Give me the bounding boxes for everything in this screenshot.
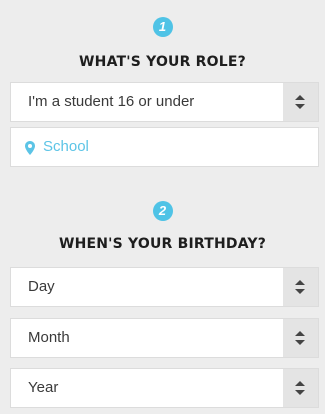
day-select[interactable]: Day <box>10 267 319 307</box>
school-input[interactable]: School <box>10 127 319 167</box>
month-select-value: Month <box>28 329 70 346</box>
day-select-value: Day <box>28 278 55 295</box>
step-2-indicator: 2 <box>0 200 325 221</box>
day-select-arrow[interactable] <box>283 268 318 306</box>
role-select[interactable]: I'm a student 16 or under <box>10 82 319 122</box>
up-down-arrows-icon <box>295 280 305 294</box>
up-down-arrows-icon <box>295 381 305 395</box>
year-select[interactable]: Year <box>10 368 319 408</box>
year-select-arrow[interactable] <box>283 369 318 407</box>
step-number-badge: 1 <box>152 17 173 37</box>
up-down-arrows-icon <box>295 331 305 345</box>
up-down-arrows-icon <box>295 95 305 109</box>
map-pin-icon <box>25 140 35 159</box>
year-select-value: Year <box>28 379 59 396</box>
role-select-arrow[interactable] <box>283 83 318 121</box>
school-placeholder: School <box>43 138 89 155</box>
month-select-arrow[interactable] <box>283 319 318 357</box>
step-number-badge: 2 <box>152 201 173 221</box>
role-heading: WHAT'S YOUR ROLE? <box>79 54 246 70</box>
step-1-indicator: 1 <box>0 16 325 37</box>
role-select-value: I'm a student 16 or under <box>28 93 195 110</box>
month-select[interactable]: Month <box>10 318 319 358</box>
birthday-heading: WHEN'S YOUR BIRTHDAY? <box>58 236 267 252</box>
